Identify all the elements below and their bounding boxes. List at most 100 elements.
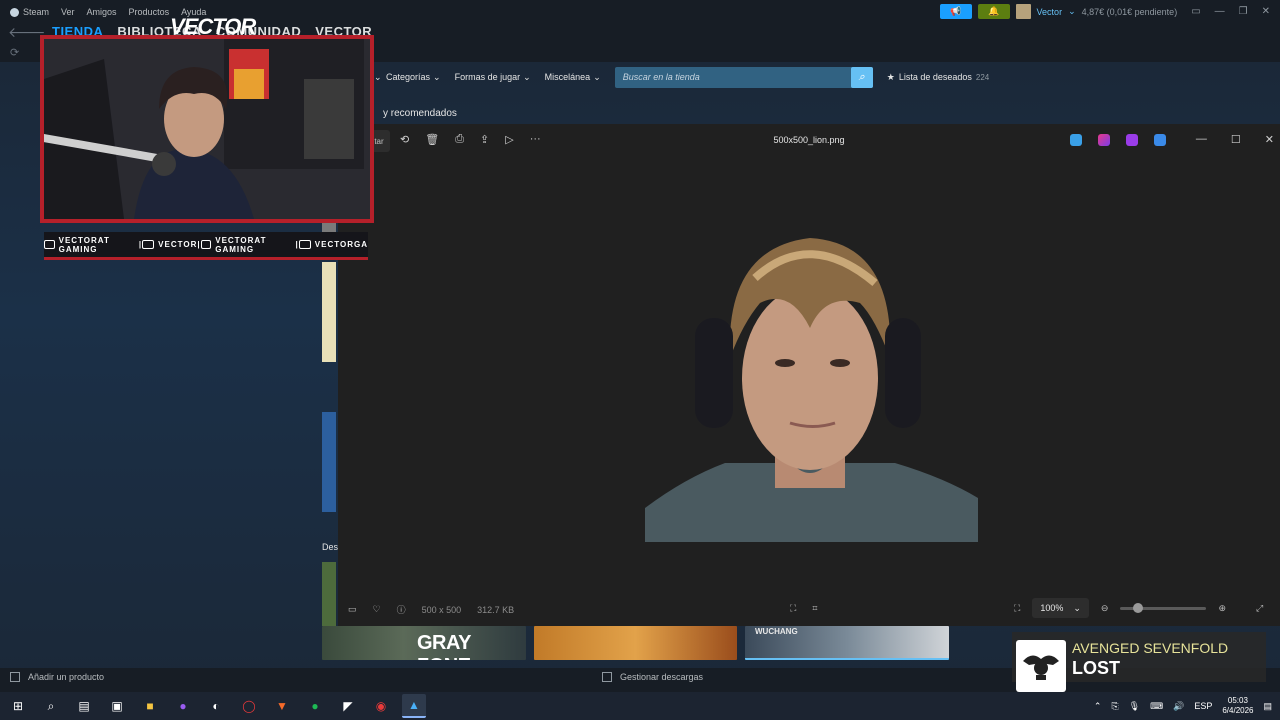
portrait-image xyxy=(645,208,978,542)
maximize-icon[interactable]: ☐ xyxy=(1231,133,1241,146)
account-name[interactable]: Vector xyxy=(1037,7,1063,17)
clock[interactable]: 05:03 6/4/2026 xyxy=(1222,696,1253,716)
store-subnav: ⌄ Categorías ⌄ Formas de jugar ⌄ Misceláne… xyxy=(322,66,1272,88)
minimize-icon[interactable]: — xyxy=(1215,6,1225,17)
search-icon[interactable]: ⌕ xyxy=(39,694,63,718)
usb-icon[interactable]: ⎘ xyxy=(1111,701,1118,712)
network-icon[interactable]: ⌨ xyxy=(1150,701,1163,712)
game-banner-wuchang[interactable]: WUCHANG xyxy=(745,626,949,660)
scan-icon[interactable]: ⌗ xyxy=(812,603,817,614)
zoom-select[interactable]: 100% ⌄ xyxy=(1032,598,1089,618)
store-nav-label: Categorías xyxy=(386,72,431,82)
bell-icon: 🔔 xyxy=(987,6,1000,16)
start-icon[interactable]: ⊞ xyxy=(6,694,30,718)
volume-icon[interactable]: 🔊 xyxy=(1173,701,1184,712)
banner-title: WUCHANG xyxy=(755,627,798,636)
close-icon[interactable]: ✕ xyxy=(1262,6,1270,17)
task-view-icon[interactable]: ▤ xyxy=(72,694,96,718)
game-banner[interactable] xyxy=(534,626,737,660)
notifications-button[interactable]: 🔔 xyxy=(977,4,1010,19)
file-explorer-icon[interactable]: ■ xyxy=(138,694,162,718)
menu-label: Steam xyxy=(23,7,50,17)
steam-menu-ver[interactable]: Ver xyxy=(61,7,75,17)
steam-menu-amigos[interactable]: Amigos xyxy=(87,7,117,17)
thumb-strip[interactable] xyxy=(322,222,336,232)
chevron-down-icon: ⌄ xyxy=(433,71,441,82)
game-banner-grayzone[interactable]: GRAY ZONE xyxy=(322,626,526,660)
chevron-down-icon[interactable]: ⌄ xyxy=(374,72,382,82)
steam-menu-productos[interactable]: Productos xyxy=(129,7,170,17)
plus-icon xyxy=(10,672,20,682)
steam-menu-steam[interactable]: Steam xyxy=(10,7,49,17)
steam-account-area: 📢 🔔 Vector ⌄ 4,87€ (0,01€ pendiente) ▭ —… xyxy=(939,4,1270,19)
zoom-slider[interactable] xyxy=(1120,602,1207,613)
onedrive-icon[interactable] xyxy=(1154,134,1166,146)
downloads-button[interactable]: Gestionar descargas xyxy=(602,672,703,682)
webcam-overlay xyxy=(40,35,374,223)
notification-icon[interactable]: ▤ xyxy=(1263,701,1272,712)
store-nav-formas[interactable]: Formas de jugar ⌄ xyxy=(455,72,531,83)
chevron-down-icon: ⌄ xyxy=(523,71,531,82)
designer-icon[interactable] xyxy=(1098,134,1110,146)
steam-icon[interactable]: ◐ xyxy=(204,694,228,718)
photos-taskbar-icon[interactable]: ▲ xyxy=(402,694,426,718)
social-label: VECTORGA xyxy=(314,240,368,249)
zoom-value: 100% xyxy=(1040,603,1064,613)
maximize-icon[interactable]: ❐ xyxy=(1239,6,1248,17)
photos-app-icon[interactable] xyxy=(1070,134,1082,146)
store-left-strip: Des xyxy=(322,222,339,662)
clock-date: 6/4/2026 xyxy=(1222,706,1254,715)
chevron-up-icon[interactable]: ⌃ xyxy=(1094,701,1102,712)
section-label: Des xyxy=(322,542,339,552)
zoom-slider-knob[interactable] xyxy=(1133,602,1144,613)
crop-icon[interactable]: ⛶ xyxy=(790,603,796,614)
store-search-input[interactable]: Buscar en la tienda ⌕ xyxy=(614,66,873,88)
microphone-icon[interactable]: 🎙 xyxy=(1129,701,1140,712)
deathbat-logo xyxy=(1023,655,1059,680)
favorite-icon[interactable]: ♡ xyxy=(373,604,381,615)
minimize-icon[interactable]: — xyxy=(1196,133,1207,146)
store-nav-label: Formas de jugar xyxy=(454,72,521,82)
zoom-out-icon[interactable]: ⊖ xyxy=(1101,603,1109,614)
fit-icon[interactable]: ⛶ xyxy=(1014,603,1020,614)
obs-icon[interactable]: ◉ xyxy=(369,694,393,718)
app-icon[interactable]: ● xyxy=(171,694,195,718)
app-icon[interactable]: ◤ xyxy=(336,694,360,718)
fullscreen-icon[interactable]: ⤢ xyxy=(1256,603,1263,614)
now-playing-song: LOST xyxy=(1072,658,1120,678)
download-icon xyxy=(602,672,612,682)
brave-icon[interactable]: ▼ xyxy=(270,694,294,718)
youtube-icon xyxy=(44,240,55,249)
chevron-down-icon[interactable]: ⌄ xyxy=(1068,6,1076,17)
close-icon[interactable]: ✕ xyxy=(1265,133,1274,146)
clipchamp-icon[interactable] xyxy=(1126,134,1138,146)
opera-icon[interactable]: ◯ xyxy=(237,694,261,718)
app-icon[interactable]: ▣ xyxy=(105,694,129,718)
wishlist-count: 224 xyxy=(975,72,990,82)
announcements-button[interactable]: 📢 xyxy=(939,4,972,19)
store-nav-categorias[interactable]: Categorías ⌄ xyxy=(386,72,441,83)
language-indicator[interactable]: ESP xyxy=(1194,701,1212,711)
add-product-button[interactable]: Añadir un producto xyxy=(10,672,104,682)
store-nav-miscelanea[interactable]: Miscelánea ⌄ xyxy=(545,72,601,83)
webcam-feed xyxy=(44,39,370,219)
filmstrip-icon[interactable]: ▭ xyxy=(348,604,357,615)
spotify-icon[interactable]: ● xyxy=(303,694,327,718)
star-icon: ★ xyxy=(886,71,895,82)
zoom-in-icon[interactable]: ⊕ xyxy=(1218,603,1226,614)
social-label: VECTORAT GAMING xyxy=(58,235,110,254)
instagram-icon xyxy=(298,240,311,249)
info-icon[interactable]: ⓘ xyxy=(397,603,406,616)
megaphone-icon: 📢 xyxy=(949,6,962,16)
reload-icon[interactable]: ⟳ xyxy=(10,46,19,59)
monitor-icon[interactable]: ▭ xyxy=(1191,6,1200,17)
avatar[interactable] xyxy=(1015,4,1031,19)
thumb-strip[interactable] xyxy=(322,562,336,626)
app-icons xyxy=(1070,134,1166,146)
chevron-down-icon: ⌄ xyxy=(593,71,601,82)
thumb-strip[interactable] xyxy=(322,262,336,362)
steam-logo-icon xyxy=(10,7,19,17)
wishlist-link[interactable]: ★ Lista de deseados 224 xyxy=(887,72,990,83)
search-icon[interactable]: ⌕ xyxy=(850,66,873,88)
thumb-strip[interactable] xyxy=(322,412,336,512)
